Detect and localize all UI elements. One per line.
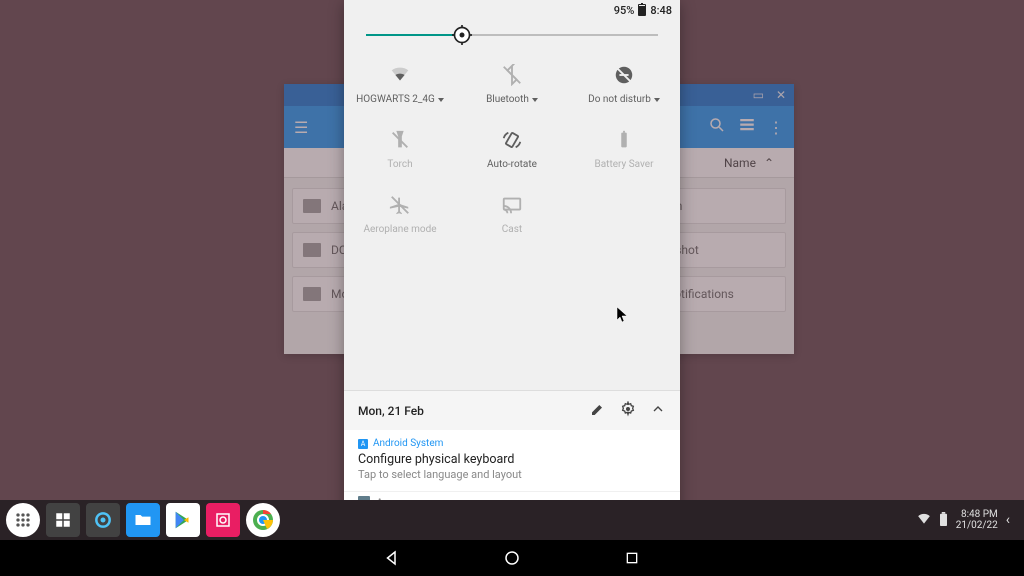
quick-settings-panel: 95% 8:48 HOGWARTS 2_4G Bluetooth Do not … (344, 0, 680, 512)
battery-icon (613, 129, 635, 151)
notification-app-row: A Android System (358, 438, 666, 449)
rotate-icon (501, 129, 523, 151)
tile-label: Do not disturb (588, 94, 660, 105)
brightness-slider[interactable] (344, 20, 680, 44)
chevron-down-icon (654, 98, 660, 102)
tile-label: HOGWARTS 2_4G (356, 94, 444, 105)
tile-wifi[interactable]: HOGWARTS 2_4G (344, 50, 456, 115)
battery-tray-icon[interactable] (939, 512, 948, 529)
folder-icon (303, 287, 321, 301)
search-icon[interactable] (708, 116, 726, 138)
notification-card[interactable]: A Android System Configure physical keyb… (344, 430, 680, 491)
tile-torch[interactable]: Torch (344, 115, 456, 180)
back-button[interactable] (382, 548, 402, 568)
bluetooth-off-icon (501, 64, 523, 86)
footer-date: Mon, 21 Feb (358, 404, 424, 418)
folder-icon (303, 199, 321, 213)
taskbar-time: 8:48 PM (956, 509, 998, 520)
more-icon[interactable]: ⋮ (768, 118, 784, 137)
android-system-icon: A (358, 439, 368, 449)
tile-dnd[interactable]: Do not disturb (568, 50, 680, 115)
view-grid-icon[interactable] (738, 116, 756, 138)
window-close-icon[interactable]: ✕ (776, 88, 786, 102)
tray-chevron-icon[interactable]: ‹ (1006, 512, 1010, 528)
tile-label: Auto-rotate (487, 159, 537, 170)
notification-title: Configure physical keyboard (358, 452, 666, 467)
chevron-up-icon[interactable] (650, 401, 666, 420)
menu-icon[interactable]: ☰ (294, 118, 308, 137)
chrome-button[interactable] (246, 503, 280, 537)
tile-autorotate[interactable]: Auto-rotate (456, 115, 568, 180)
files-app-button[interactable] (126, 503, 160, 537)
tile-label: Aeroplane mode (363, 224, 436, 235)
play-store-button[interactable] (166, 503, 200, 537)
cast-icon (501, 194, 523, 216)
chevron-down-icon (532, 98, 538, 102)
taskbar: 8:48 PM 21/02/22 ‹ (0, 500, 1024, 540)
sort-column-label: Name (724, 156, 756, 170)
notification-subtitle: Tap to select language and layout (358, 468, 666, 481)
tile-label: Battery Saver (595, 159, 654, 170)
recent-apps-button[interactable] (46, 503, 80, 537)
torch-icon (389, 129, 411, 151)
chevron-up-icon: ⌃ (764, 156, 774, 170)
battery-percent: 95% (614, 4, 635, 17)
taskbar-date: 21/02/22 (956, 520, 998, 531)
window-restore-icon[interactable]: ▭ (753, 88, 764, 102)
taskbar-tray: 8:48 PM 21/02/22 ‹ (917, 509, 1018, 531)
navigation-bar (0, 540, 1024, 576)
tile-cast[interactable]: Cast (456, 180, 568, 245)
tile-label: Torch (387, 159, 412, 170)
edit-icon[interactable] (590, 401, 606, 420)
brightness-thumb-icon[interactable] (452, 25, 472, 45)
wifi-tray-icon[interactable] (917, 512, 931, 529)
quick-settings-footer: Mon, 21 Feb (344, 390, 680, 430)
tile-airplane[interactable]: Aeroplane mode (344, 180, 456, 245)
taskbar-clock[interactable]: 8:48 PM 21/02/22 (956, 509, 998, 531)
folder-icon (303, 243, 321, 257)
overview-button[interactable] (622, 548, 642, 568)
airplane-icon (389, 194, 411, 216)
status-bar: 95% 8:48 (344, 0, 680, 20)
tile-bluetooth[interactable]: Bluetooth (456, 50, 568, 115)
chevron-down-icon (438, 98, 444, 102)
wifi-icon (389, 64, 411, 86)
app-drawer-button[interactable] (6, 503, 40, 537)
inshot-app-button[interactable] (206, 503, 240, 537)
battery-icon (638, 4, 646, 16)
quick-settings-tiles: HOGWARTS 2_4G Bluetooth Do not disturb T… (344, 44, 680, 261)
tile-label: Bluetooth (486, 94, 538, 105)
notification-app-name: Android System (373, 438, 443, 449)
home-button[interactable] (502, 548, 522, 568)
dnd-icon (613, 64, 635, 86)
clock-time: 8:48 (650, 4, 672, 17)
tile-battery-saver[interactable]: Battery Saver (568, 115, 680, 180)
settings-app-button[interactable] (86, 503, 120, 537)
gear-icon[interactable] (620, 401, 636, 420)
tile-label: Cast (502, 224, 522, 235)
